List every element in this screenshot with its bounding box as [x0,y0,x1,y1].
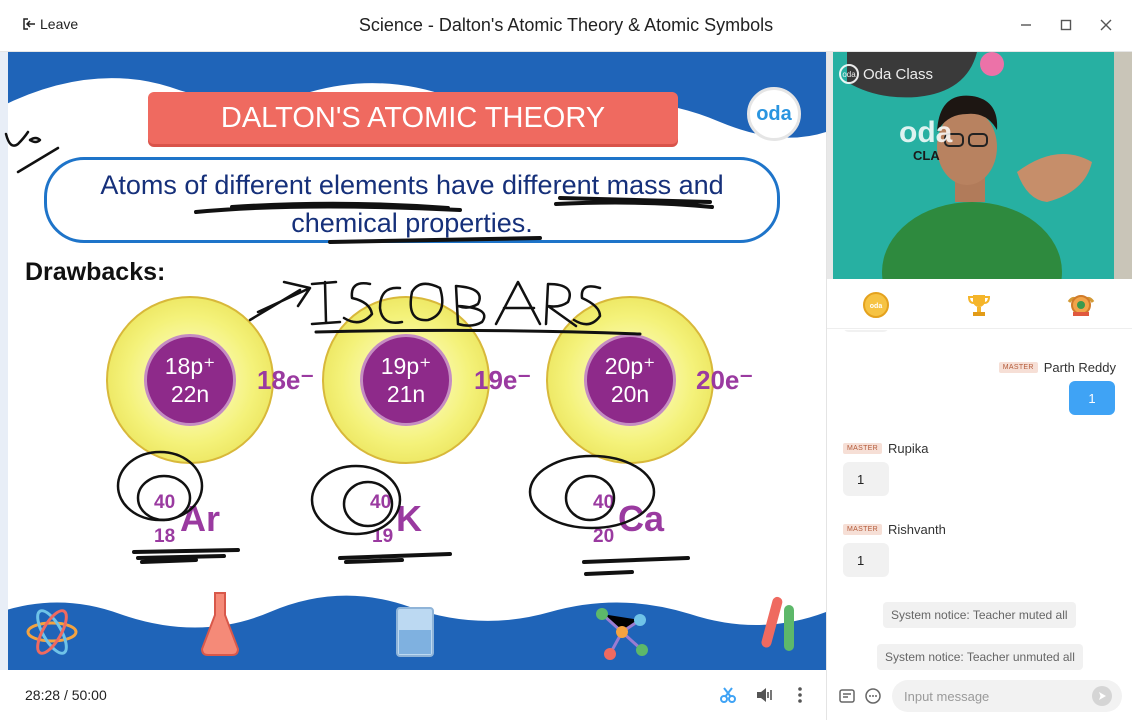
chat-bubble: 1 [1069,381,1115,415]
send-icon [1099,692,1106,700]
backdrop-logo: oda [899,116,953,149]
close-button[interactable] [1095,14,1117,36]
coin-icon: oda [863,292,889,318]
close-icon [1100,19,1112,31]
atom-argon: 18p⁺ 22n [106,296,274,464]
slide-banner: DALTON'S ATOMIC THEORY [148,92,678,144]
oda-mini-logo: oda [839,64,859,84]
leave-label: Leave [40,16,79,32]
trophy-icon [967,295,991,316]
video-watermark: oda Oda Class [839,64,933,84]
chat-sender: MASTER Parth Reddy [998,360,1116,375]
chat-bubble: 1 [843,462,889,496]
playback-time: 28:28 / 50:00 [25,687,107,703]
system-notice: System notice: Teacher muted all [883,602,1076,628]
teacher-video[interactable]: oda Oda Class oda CLA [827,52,1132,279]
leave-button[interactable]: Leave [22,16,78,32]
more-options-button[interactable] [790,685,810,705]
scissors-button[interactable] [718,685,738,705]
send-button[interactable] [1092,686,1112,706]
chat-list-icon [839,689,855,703]
exit-icon [23,18,35,30]
atomic-number: 19 [372,526,394,547]
title-bar: Leave Science - Dalton's Atomic Theory &… [0,0,1132,52]
mass-number: 40 [154,492,176,513]
watermark-text: Oda Class [863,65,934,83]
maximize-icon [1060,19,1072,31]
mass-number: 40 [370,492,392,513]
drawbacks-heading: Drawbacks: [25,258,166,286]
window-title: Science - Dalton's Atomic Theory & Atomi… [358,15,774,35]
time-separator: / [63,687,68,703]
atomic-number: 20 [593,526,615,547]
proton-count: 20p⁺ [604,353,656,379]
scissors-icon [720,687,736,703]
planet-decoration [980,52,1004,76]
role-tag: MASTER [998,362,1038,373]
electron-count: 18e⁻ [257,365,315,395]
chat-bubble-partial [843,330,889,332]
element-symbol: K [396,498,422,539]
speech-bubble-icon [865,688,881,704]
medal-icon [1067,295,1095,316]
element-symbol: Ar [180,498,221,539]
system-notice: System notice: Teacher unmuted all [877,644,1083,670]
video-frame [827,52,1132,279]
role-tag: MASTER [843,524,882,535]
emoji-button[interactable] [863,686,883,706]
oda-logo: oda [747,87,801,141]
chat-bubble: 1 [843,543,889,577]
backdrop-sub: CLA [913,148,940,163]
electron-count: 19e⁻ [474,365,532,395]
total-time: 50:00 [71,687,107,703]
nucleus: 18p⁺ 22n [144,334,236,426]
minimize-icon [1021,24,1031,26]
sender-name: Rishvanth [887,522,946,537]
slide-canvas: DALTON'S ATOMIC THEORY oda Atoms of diff… [0,52,826,670]
theory-statement: Atoms of different elements have differe… [44,157,780,243]
coin-reward-button[interactable]: oda [862,291,890,319]
mass-number: 40 [593,492,615,513]
minimize-button[interactable] [1015,14,1037,36]
chat-panel[interactable]: MASTER Parth Reddy 1 MASTER Rupika 1 MAS… [827,330,1132,674]
rewards-bar: oda [827,279,1132,329]
more-vertical-icon [798,687,802,703]
element-symbol: Ca [618,498,665,539]
statement-line-1: Atoms of different elements have differe… [100,170,724,200]
sender-name: Rupika [887,441,929,456]
elapsed-time: 28:28 [25,687,61,703]
atomic-number: 18 [154,526,176,547]
electron-count: 20e⁻ [696,365,754,395]
role-tag: MASTER [843,443,882,454]
nucleus: 20p⁺ 20n [584,334,676,426]
speaker-icon [757,688,772,702]
proton-count: 19p⁺ [380,353,432,379]
chat-sender: MASTER Rupika [843,441,928,456]
svg-text:oda: oda [870,303,883,310]
chat-sender: MASTER Rishvanth [843,522,946,537]
atom-potassium: 19p⁺ 21n [322,296,490,464]
player-bar: 28:28 / 50:00 [0,670,826,720]
maximize-button[interactable] [1055,14,1077,36]
atom-calcium: 20p⁺ 20n [546,296,714,464]
sender-name: Parth Reddy [1043,360,1116,375]
statement-line-2: chemical properties. [291,208,533,238]
proton-count: 18p⁺ [164,353,216,379]
message-input[interactable] [892,680,1122,712]
nucleus: 19p⁺ 21n [360,334,452,426]
chat-history-button[interactable] [837,686,857,706]
badge-button[interactable] [1067,291,1095,319]
volume-button[interactable] [754,685,774,705]
neutron-count: 22n [170,381,210,407]
trophy-button[interactable] [965,291,993,319]
neutron-count: 21n [386,381,426,407]
neutron-count: 20n [610,381,650,407]
chat-input-bar [827,674,1132,720]
